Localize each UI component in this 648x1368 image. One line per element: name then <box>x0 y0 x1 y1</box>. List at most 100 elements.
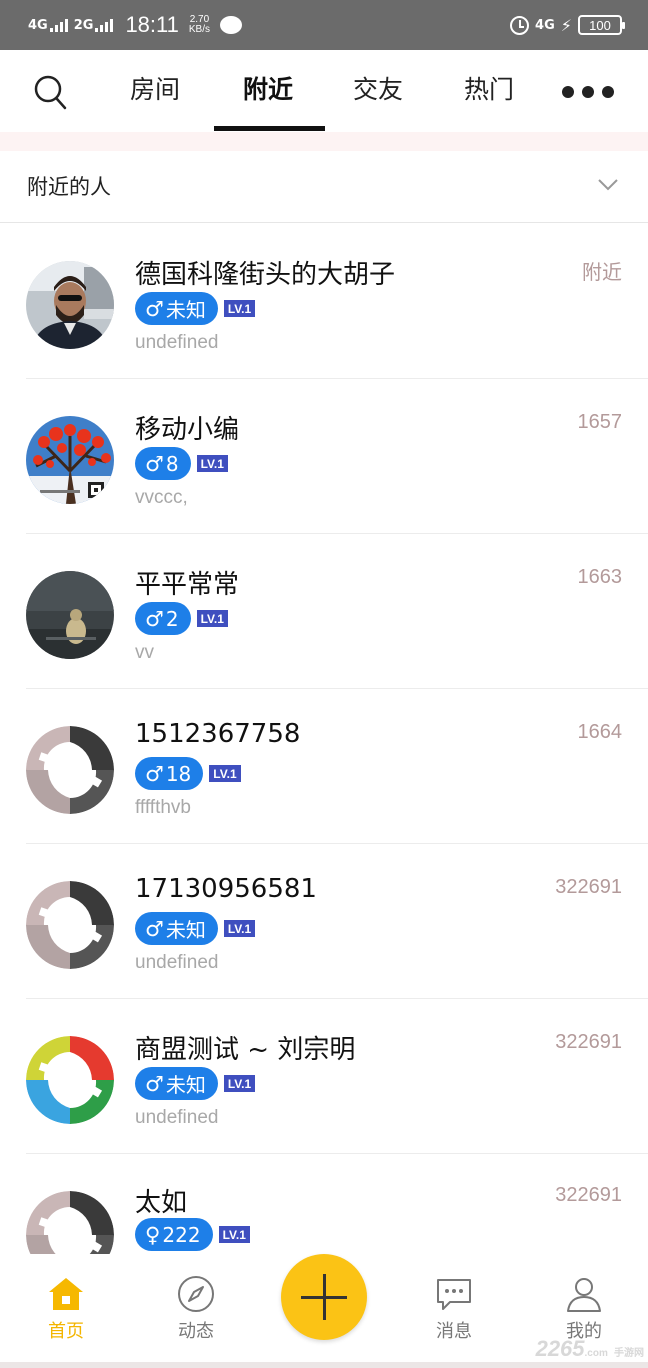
male-icon: ♂ <box>145 451 164 476</box>
user-name: 商盟测试 ~ 刘宗明 <box>135 1035 356 1065</box>
user-badges: ♂ 未知 LV.1 <box>135 1067 256 1100</box>
user-name: 17130956581 <box>135 874 317 904</box>
list-item[interactable]: 移动小编 1657 ♂ 8 LV.1 vvccc, <box>0 379 648 534</box>
divider-band <box>0 132 648 151</box>
list-item[interactable]: 平平常常 1663 ♂ 2 LV.1 vv <box>0 534 648 689</box>
home-icon <box>46 1274 86 1314</box>
user-distance: 1657 <box>577 411 623 433</box>
level-badge: LV.1 <box>209 765 241 782</box>
user-signature: ffffthvb <box>135 797 191 818</box>
nearby-users-list: 德国科隆街头的大胡子 附近 ♂ 未知 LV.1 undefined 移动小编 1… <box>0 224 648 1309</box>
nav-home[interactable]: 首页 <box>16 1274 116 1343</box>
level-badge: LV.1 <box>223 920 256 937</box>
avatar[interactable] <box>26 261 114 349</box>
male-icon: ♂ <box>145 1071 164 1096</box>
user-distance: 322691 <box>555 1184 622 1206</box>
level-badge: LV.1 <box>223 300 256 317</box>
gender-age-badge: ♂ 18 <box>135 757 204 790</box>
watermark: 2265.com 手游网 <box>535 1336 644 1361</box>
male-icon: ♂ <box>145 916 164 941</box>
signal-4g: 4G <box>28 18 68 32</box>
tab-rooms[interactable]: 房间 <box>130 70 180 106</box>
person-icon <box>564 1274 604 1314</box>
user-signature: vv <box>135 642 154 663</box>
search-icon[interactable] <box>33 74 67 110</box>
nav-label: 消息 <box>436 1321 472 1342</box>
signal-bars-icon <box>49 18 68 32</box>
message-notification-icon <box>219 16 242 34</box>
user-distance: 附近 <box>582 262 622 284</box>
create-post-button[interactable] <box>281 1254 367 1340</box>
female-icon: ♀ <box>145 1222 161 1247</box>
male-icon: ♂ <box>145 606 164 631</box>
level-badge: LV.1 <box>196 455 228 472</box>
alarm-icon <box>510 15 530 35</box>
list-item[interactable]: 德国科隆街头的大胡子 附近 ♂ 未知 LV.1 undefined <box>0 224 648 379</box>
chevron-down-icon <box>598 175 618 195</box>
user-badges: ♀ 222 LV.1 <box>135 1218 250 1251</box>
male-icon: ♂ <box>145 296 164 321</box>
user-signature: vvccc, <box>135 487 188 508</box>
tab-friends[interactable]: 交友 <box>353 70 403 106</box>
clock: 18:11 <box>125 12 179 37</box>
section-title: 附近的人 <box>27 175 111 199</box>
user-signature: undefined <box>135 952 219 973</box>
tab-nearby[interactable]: 附近 <box>243 70 293 106</box>
more-options-icon[interactable] <box>562 86 614 98</box>
list-item[interactable]: 商盟测试 ~ 刘宗明 322691 ♂ 未知 LV.1 undefined <box>0 999 648 1154</box>
user-name: 1512367758 <box>135 719 301 749</box>
signal-2g: 2G <box>74 18 114 32</box>
gesture-area <box>0 1362 648 1368</box>
user-distance: 322691 <box>555 876 622 898</box>
gender-age-badge: ♂ 未知 <box>135 292 218 325</box>
user-badges: ♂ 2 LV.1 <box>135 602 228 635</box>
level-badge: LV.1 <box>218 1226 250 1243</box>
user-badges: ♂ 未知 LV.1 <box>135 292 256 325</box>
nav-messages[interactable]: 消息 <box>404 1274 504 1343</box>
user-name: 移动小编 <box>135 415 240 445</box>
nav-label: 动态 <box>178 1321 214 1342</box>
chat-bubble-icon <box>434 1274 474 1314</box>
signal-bars-icon <box>95 18 114 32</box>
gender-age-badge: ♂ 2 <box>135 602 191 635</box>
avatar[interactable] <box>26 881 114 969</box>
user-name: 德国科隆街头的大胡子 <box>135 260 396 290</box>
user-name: 太如 <box>135 1188 188 1218</box>
user-badges: ♂ 8 LV.1 <box>135 447 228 480</box>
user-distance: 1664 <box>577 721 623 743</box>
network-type: 4G <box>535 17 555 33</box>
gender-age-badge: ♂ 未知 <box>135 1067 218 1100</box>
user-distance: 322691 <box>555 1031 622 1053</box>
user-distance: 1663 <box>577 566 623 588</box>
user-signature: undefined <box>135 332 219 353</box>
list-item[interactable]: 17130956581 322691 ♂ 未知 LV.1 undefined <box>0 844 648 999</box>
gender-age-badge: ♂ 8 <box>135 447 191 480</box>
top-tab-bar: 房间 附近 交友 热门 <box>0 50 648 132</box>
network-speed: 2.70 KB/s <box>188 14 210 35</box>
gender-age-badge: ♂ 未知 <box>135 912 218 945</box>
user-badges: ♂ 18 LV.1 <box>135 757 241 790</box>
app-screen: 4G 2G 18:11 2.70 KB/s 4G ⚡ 100 房间 附近 交友 … <box>0 0 648 1368</box>
nav-feed[interactable]: 动态 <box>146 1274 246 1343</box>
avatar[interactable] <box>26 571 114 659</box>
nav-profile[interactable]: 我的 <box>534 1274 634 1343</box>
user-badges: ♂ 未知 LV.1 <box>135 912 256 945</box>
nearby-filter-dropdown[interactable]: 附近的人 <box>0 151 648 223</box>
male-icon: ♂ <box>145 761 164 786</box>
compass-icon <box>176 1274 216 1314</box>
user-signature: undefined <box>135 1107 219 1128</box>
gender-age-badge: ♀ 222 <box>135 1218 213 1251</box>
list-item[interactable]: 1512367758 1664 ♂ 18 LV.1 ffffthvb <box>0 689 648 844</box>
nav-label: 首页 <box>48 1321 84 1342</box>
user-name: 平平常常 <box>135 570 240 600</box>
avatar[interactable] <box>26 1036 114 1124</box>
charging-icon: ⚡ <box>560 15 572 35</box>
level-badge: LV.1 <box>223 1075 256 1092</box>
status-bar: 4G 2G 18:11 2.70 KB/s 4G ⚡ 100 <box>0 0 648 50</box>
level-badge: LV.1 <box>196 610 228 627</box>
battery-icon: 100 <box>578 15 625 35</box>
avatar[interactable] <box>26 416 114 504</box>
avatar[interactable] <box>26 726 114 814</box>
active-tab-indicator <box>214 126 325 131</box>
tab-popular[interactable]: 热门 <box>464 70 514 106</box>
